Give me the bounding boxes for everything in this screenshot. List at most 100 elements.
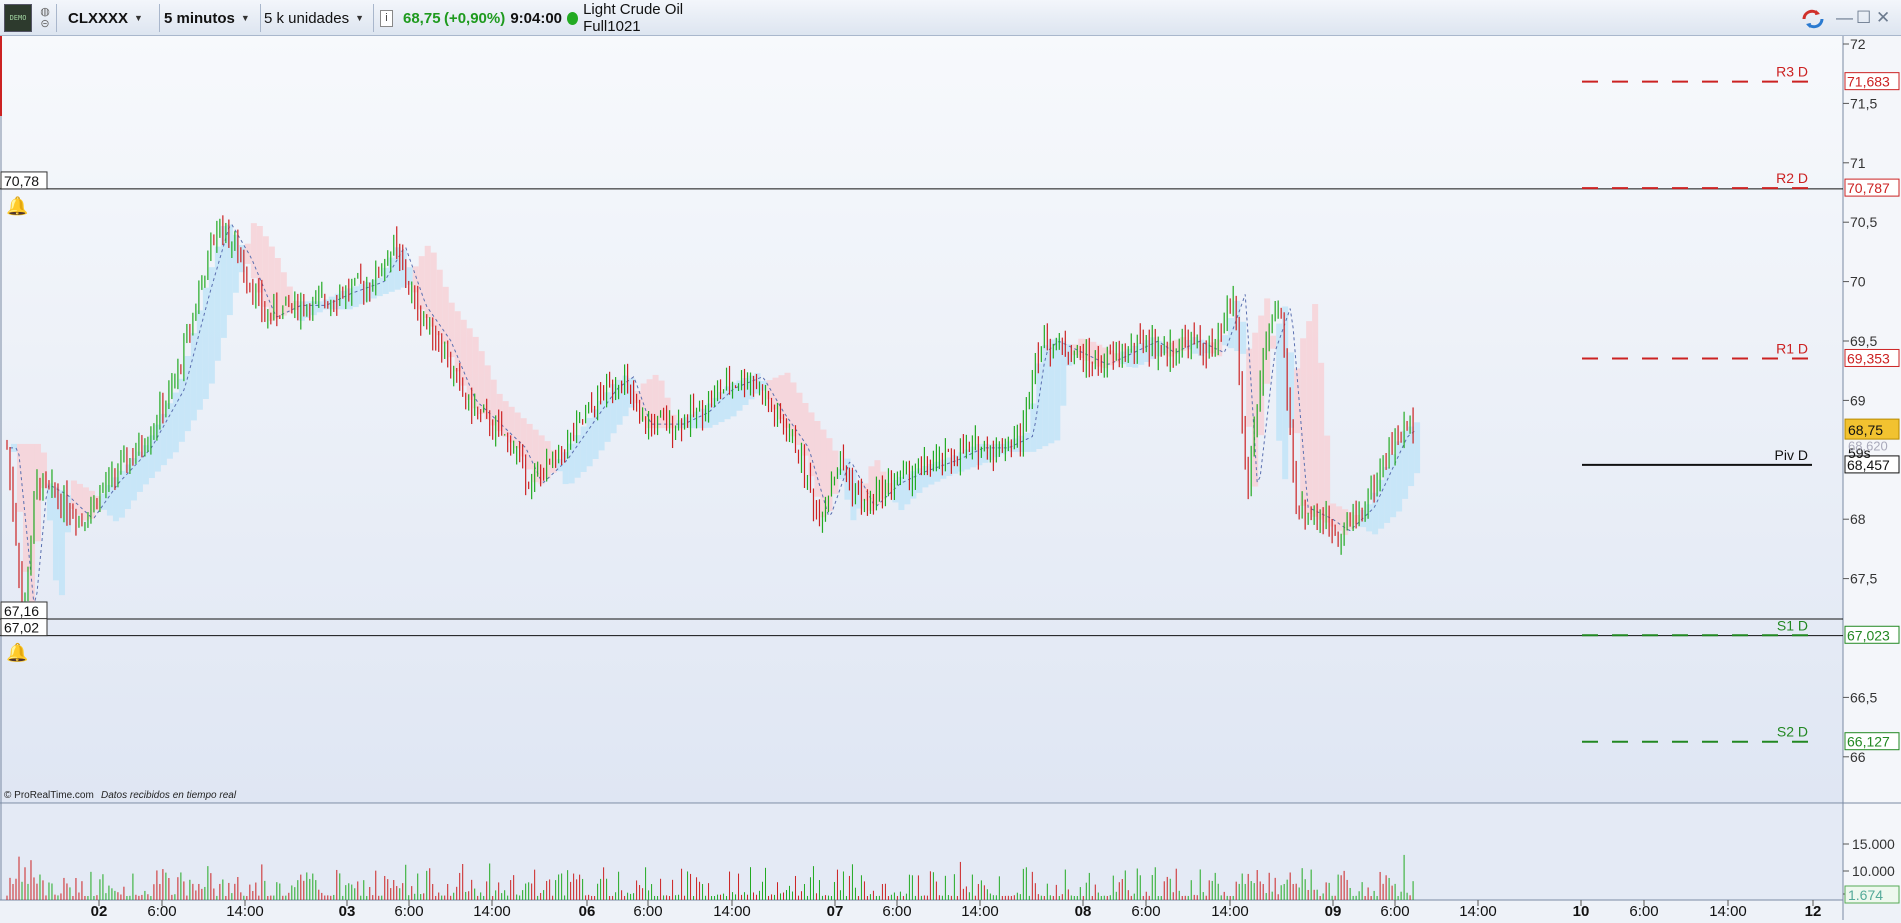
ichimoku-cloud <box>1024 432 1031 452</box>
x-tick-label: 06 <box>579 903 596 920</box>
ichimoku-cloud <box>226 224 233 316</box>
x-tick-label: 09 <box>1325 903 1342 920</box>
timeframe-selector[interactable]: 5 minutos ▼ <box>163 4 259 32</box>
timeframe-label: 5 minutos <box>164 9 235 27</box>
ichimoku-cloud <box>796 392 803 445</box>
ichimoku-cloud <box>502 401 509 437</box>
y-tick-label: 69,5 <box>1850 333 1877 349</box>
x-tick-label: 02 <box>91 903 108 920</box>
ichimoku-cloud <box>658 380 665 429</box>
ichimoku-cloud <box>1414 422 1421 474</box>
ichimoku-cloud <box>1312 304 1319 517</box>
ichimoku-cloud <box>376 277 383 297</box>
alert-label: 67,02 <box>4 620 39 636</box>
ichimoku-cloud <box>568 443 575 484</box>
x-tick-label: 08 <box>1075 903 1092 920</box>
pivot-name: Piv D <box>1775 447 1808 463</box>
y-tick-label: 71 <box>1850 155 1866 171</box>
ichimoku-cloud <box>418 256 425 310</box>
units-selector[interactable]: 5 k unidades ▼ <box>264 4 372 32</box>
ichimoku-cloud <box>508 406 515 443</box>
ichimoku-cloud <box>442 286 449 344</box>
pivot-value: 67,023 <box>1847 627 1890 643</box>
ichimoku-cloud <box>430 252 437 327</box>
ichimoku-cloud <box>202 287 209 400</box>
pivot-value: 66,127 <box>1847 734 1890 750</box>
link-lock-icon[interactable]: ◍ ⊝ <box>37 4 53 32</box>
x-tick-label: 14:00 <box>226 903 264 920</box>
x-tick-label: 14:00 <box>713 903 751 920</box>
y-tick-label: 67,5 <box>1850 571 1877 587</box>
ichimoku-cloud <box>1030 403 1037 452</box>
ichimoku-cloud <box>1378 479 1385 529</box>
ichimoku-cloud <box>1396 441 1403 512</box>
ichimoku-cloud <box>1054 338 1061 441</box>
pivot-name: R1 D <box>1776 340 1808 356</box>
y-tick-label: 69 <box>1850 392 1866 408</box>
ichimoku-cloud <box>520 418 527 457</box>
chevron-down-icon: ▼ <box>355 13 364 23</box>
price-chart[interactable]: 70,78 67,1667,02 🔔 🔔 R3 D 71,683 R2 D 70,787 R1… <box>0 36 1901 920</box>
ichimoku-cloud <box>1330 503 1337 527</box>
ichimoku-cloud <box>382 267 389 294</box>
ichimoku-cloud <box>802 403 809 456</box>
ichimoku-cloud <box>958 452 965 472</box>
market-status-icon <box>567 11 579 25</box>
sync-icon[interactable] <box>1800 8 1826 35</box>
ichimoku-cloud <box>424 245 431 318</box>
chart-area[interactable]: 70,78 67,16 67,02 🔔 🔔 R3 D 71,683 R2 D 70,787 R1… <box>0 36 1901 920</box>
volume-tick-label: 15.000 <box>1852 836 1895 852</box>
units-label: 5 k unidades <box>264 9 350 27</box>
ichimoku-cloud <box>712 397 719 425</box>
x-tick-label: 14:00 <box>1211 903 1249 920</box>
ichimoku-cloud <box>1372 492 1379 535</box>
ichimoku-cloud <box>1288 352 1295 428</box>
ichimoku-cloud <box>1384 467 1391 523</box>
ichimoku-cloud <box>1270 335 1277 349</box>
ichimoku-cloud <box>16 443 23 512</box>
realtime-note: Datos recibidos en tiempo real <box>101 790 237 801</box>
ichimoku-cloud <box>136 451 143 492</box>
alert-label: 67,16 <box>4 603 39 619</box>
ichimoku-cloud <box>76 483 83 515</box>
instrument-name: Light Crude Oil Full1021 <box>583 1 684 35</box>
secondary-price-label: 68,620 <box>1848 439 1888 454</box>
pivot-name: R3 D <box>1776 64 1808 80</box>
pivot-name: R2 D <box>1776 170 1808 186</box>
maximize-icon[interactable]: ☐ <box>1856 8 1871 28</box>
x-tick-label: 6:00 <box>147 903 176 920</box>
ichimoku-cloud <box>1336 506 1343 531</box>
ichimoku-cloud <box>196 310 203 410</box>
ichimoku-cloud <box>460 319 467 386</box>
ichimoku-cloud <box>244 243 251 264</box>
x-tick-label: 6:00 <box>1629 903 1658 920</box>
x-tick-label: 12 <box>1805 903 1822 920</box>
ichimoku-cloud <box>784 372 791 428</box>
volume-tick-label: 10.000 <box>1852 863 1895 879</box>
x-tick-label: 14:00 <box>1459 903 1497 920</box>
ichimoku-cloud <box>1318 362 1325 520</box>
x-tick-label: 6:00 <box>1380 903 1409 920</box>
ichimoku-cloud <box>1216 339 1223 357</box>
ichimoku-cloud <box>604 392 611 442</box>
bell-icon: 🔔 <box>6 643 28 663</box>
ichimoku-cloud <box>190 333 197 421</box>
minimize-icon[interactable]: — <box>1836 8 1853 28</box>
info-icon[interactable]: i <box>380 9 393 27</box>
alert-label: 70,78 <box>4 173 39 189</box>
y-tick-label: 66 <box>1850 749 1866 765</box>
x-tick-label: 6:00 <box>394 903 423 920</box>
ichimoku-cloud <box>388 257 395 292</box>
ichimoku-cloud <box>1294 368 1301 434</box>
ichimoku-cloud <box>274 257 281 319</box>
symbol-selector[interactable]: CLXXXX ▼ <box>60 4 156 32</box>
ichimoku-cloud <box>1240 321 1247 354</box>
chevron-down-icon: ▼ <box>240 13 250 23</box>
ichimoku-cloud <box>1366 504 1373 532</box>
x-tick-label: 14:00 <box>1709 903 1747 920</box>
close-icon[interactable]: ✕ <box>1876 8 1890 28</box>
last-price-label: 68,75 <box>1848 422 1883 438</box>
y-tick-label: 68 <box>1850 511 1866 527</box>
x-tick-label: 6:00 <box>1131 903 1160 920</box>
ichimoku-cloud <box>1306 321 1313 514</box>
